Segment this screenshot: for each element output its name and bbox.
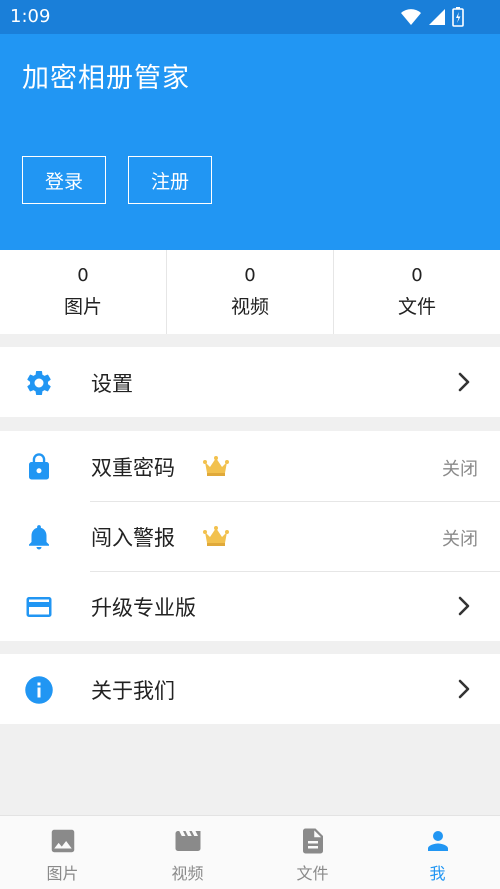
chevron-right-icon — [458, 679, 470, 699]
tab-images[interactable]: 图片 — [0, 816, 125, 889]
status-bar: 1:09 — [0, 0, 500, 34]
bottom-tab-bar: 图片 视频 文件 我 — [0, 815, 500, 889]
tab-label: 视频 — [171, 864, 204, 883]
about-us-label: 关于我们 — [91, 679, 175, 703]
tab-label: 图片 — [46, 864, 79, 883]
tab-me[interactable]: 我 — [375, 816, 500, 889]
signal-icon — [429, 9, 445, 25]
settings-row[interactable]: 设置 — [0, 347, 500, 417]
stat-videos[interactable]: 0 视频 — [167, 250, 334, 334]
info-icon — [25, 676, 53, 704]
chevron-right-icon — [458, 372, 470, 392]
two-factor-password-row[interactable]: 双重密码 关闭 — [0, 431, 500, 501]
settings-group: 设置 — [0, 347, 500, 417]
stat-count: 0 — [77, 265, 89, 286]
two-factor-status: 关闭 — [442, 459, 478, 480]
upgrade-pro-label: 升级专业版 — [91, 596, 196, 620]
status-time: 1:09 — [10, 6, 51, 27]
credit-card-icon — [26, 597, 52, 617]
file-icon — [302, 828, 323, 854]
stat-images[interactable]: 0 图片 — [0, 250, 167, 334]
intrusion-alert-label: 闯入警报 — [91, 526, 175, 550]
stat-label: 文件 — [397, 296, 436, 318]
tab-videos[interactable]: 视频 — [125, 816, 250, 889]
stat-count: 0 — [244, 265, 256, 286]
crown-icon — [203, 526, 229, 546]
tab-files[interactable]: 文件 — [250, 816, 375, 889]
crown-icon — [203, 456, 229, 476]
wifi-icon — [401, 9, 421, 25]
stats-bar: 0 图片 0 视频 0 文件 — [0, 250, 500, 334]
intrusion-alert-status: 关闭 — [442, 529, 478, 550]
bell-icon — [29, 525, 49, 550]
intrusion-alert-row[interactable]: 闯入警报 关闭 — [0, 501, 500, 571]
about-group: 关于我们 — [0, 654, 500, 724]
stat-label: 视频 — [230, 296, 269, 318]
stat-label: 图片 — [63, 296, 102, 318]
tab-label: 我 — [429, 864, 446, 883]
tab-label: 文件 — [296, 864, 329, 883]
movie-icon — [175, 831, 200, 851]
two-factor-label: 双重密码 — [91, 456, 175, 480]
settings-label: 设置 — [91, 372, 133, 396]
stat-count: 0 — [411, 265, 423, 286]
status-icons — [400, 6, 464, 28]
about-us-row[interactable]: 关于我们 — [0, 654, 500, 724]
security-group: 双重密码 关闭 闯入警报 关闭 升级专业版 — [0, 431, 500, 641]
gear-icon — [27, 370, 51, 395]
profile-header: 加密相册管家 登录 注册 — [0, 34, 500, 250]
upgrade-pro-row[interactable]: 升级专业版 — [0, 571, 500, 641]
login-button[interactable]: 登录 — [22, 156, 106, 204]
register-button[interactable]: 注册 — [128, 156, 212, 204]
battery-icon — [452, 7, 464, 27]
image-icon — [51, 829, 74, 853]
lock-icon — [29, 453, 49, 480]
person-icon — [427, 831, 448, 851]
app-title: 加密相册管家 — [22, 63, 190, 94]
chevron-right-icon — [458, 596, 470, 616]
stat-files[interactable]: 0 文件 — [334, 250, 500, 334]
